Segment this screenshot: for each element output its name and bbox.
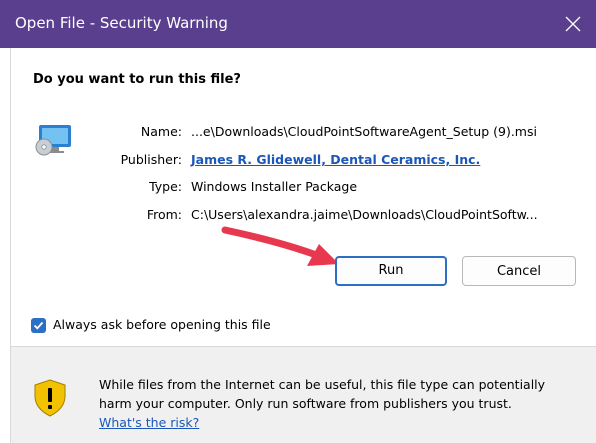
warning-text: While files from the Internet can be use…: [99, 377, 546, 411]
whats-the-risk-link[interactable]: What's the risk?: [99, 415, 199, 430]
run-button[interactable]: Run: [335, 256, 447, 286]
checkmark-icon: [33, 321, 44, 330]
dialog-question: Do you want to run this file?: [33, 72, 241, 87]
window-title: Open File - Security Warning: [15, 14, 228, 32]
security-warning-dialog: Open File - Security Warning Do you want…: [0, 0, 596, 443]
always-ask-label: Always ask before opening this file: [53, 317, 271, 332]
close-icon: [565, 16, 581, 32]
warning-message: While files from the Internet can be use…: [99, 375, 579, 432]
type-label: Type:: [149, 179, 182, 194]
title-bar: Open File - Security Warning: [0, 0, 596, 48]
name-value: ...e\Downloads\CloudPointSoftwareAgent_S…: [191, 124, 537, 139]
dialog-body: Do you want to run this file? Name: ...e…: [10, 48, 596, 443]
always-ask-checkbox[interactable]: [31, 318, 46, 333]
type-value: Windows Installer Package: [191, 179, 358, 194]
close-button[interactable]: [550, 0, 596, 48]
from-value: C:\Users\alexandra.jaime\Downloads\Cloud…: [191, 207, 538, 222]
from-label: From:: [146, 207, 182, 222]
annotation-arrow: [221, 226, 339, 266]
publisher-label: Publisher:: [120, 152, 182, 167]
name-label: Name:: [140, 124, 182, 139]
warning-footer: While files from the Internet can be use…: [11, 347, 596, 443]
cancel-button[interactable]: Cancel: [462, 256, 576, 286]
shield-warning-icon: [34, 379, 66, 417]
publisher-link[interactable]: James R. Glidewell, Dental Ceramics, Inc…: [191, 152, 480, 167]
